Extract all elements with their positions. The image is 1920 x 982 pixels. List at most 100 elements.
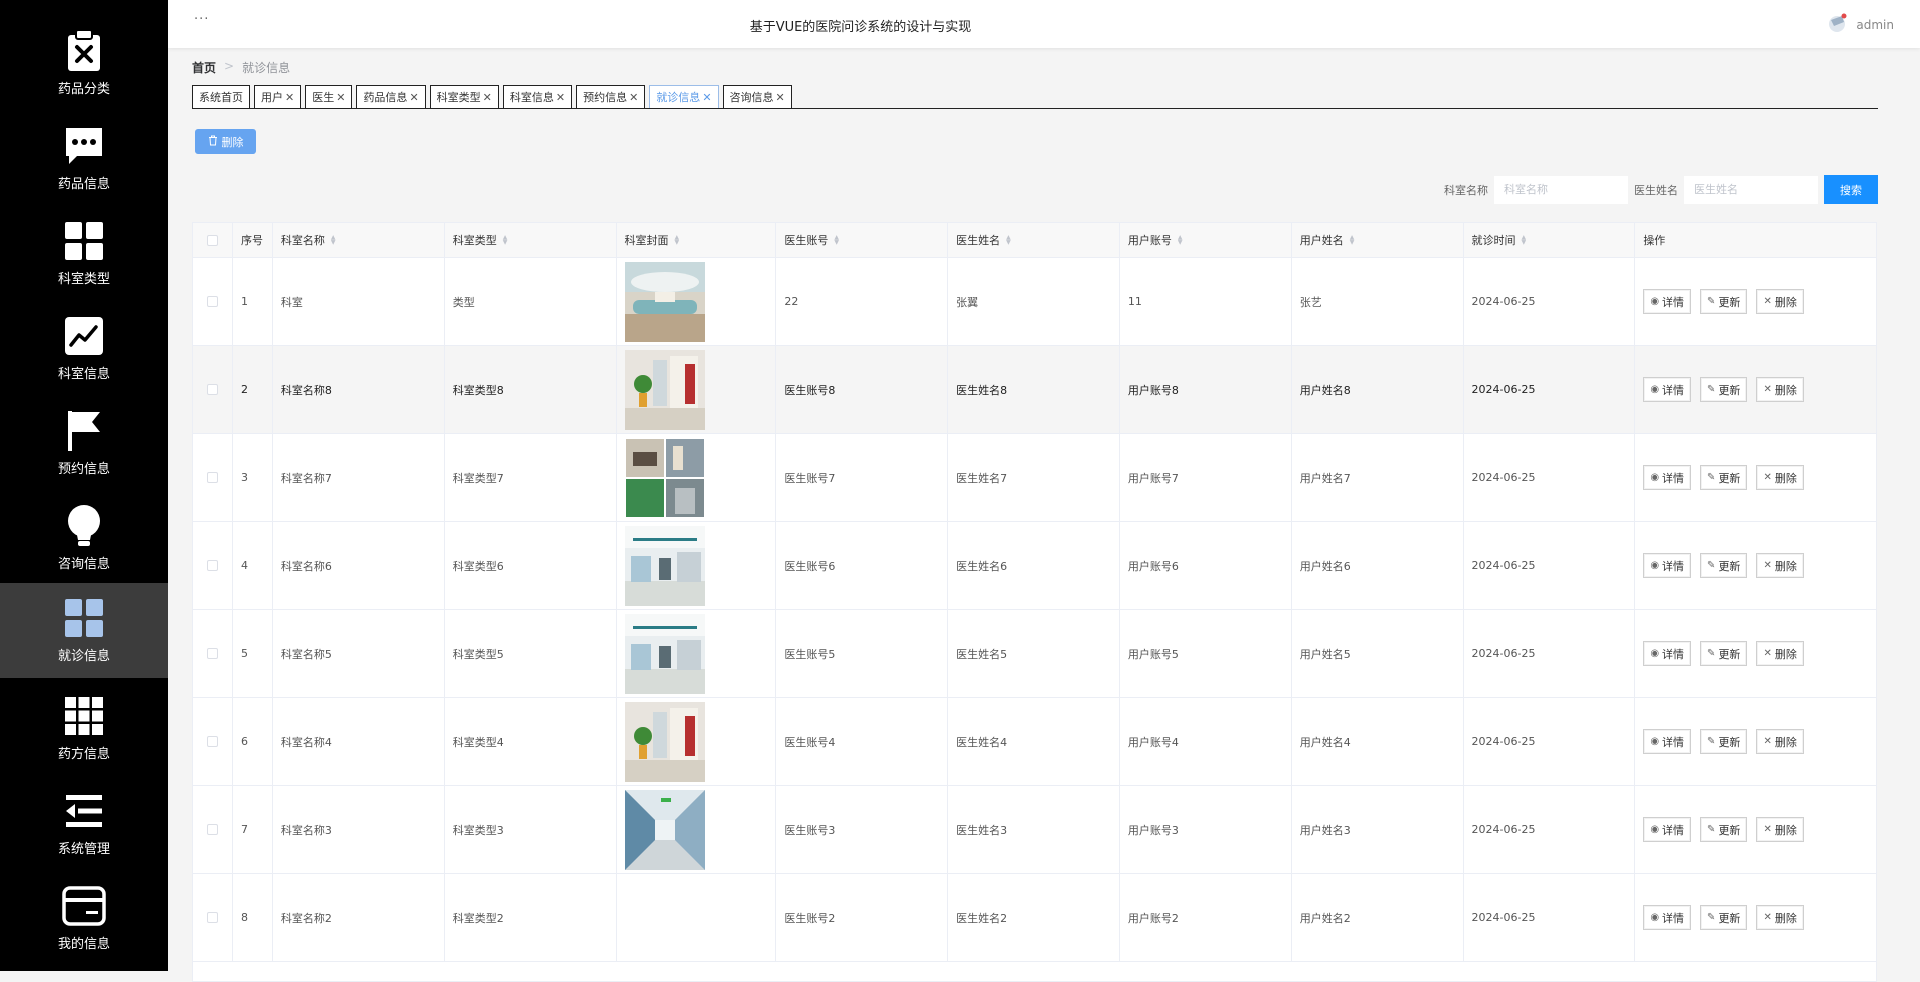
detail-button[interactable]: ◉ 详情 [1643, 817, 1692, 842]
table-row[interactable]: 2 科室名称8 科室类型8 医生账号8 医生姓名8 用户账号8 用户姓名8 2024-06-2… [193, 346, 1876, 434]
row-checkbox[interactable] [206, 472, 218, 483]
detail-button[interactable]: ◉ 详情 [1643, 641, 1692, 666]
update-button[interactable]: ✎ 更新 [1700, 641, 1748, 666]
sidebar-item-appointment[interactable]: 预约信息 [0, 396, 168, 491]
sort-icon[interactable]: ▲ ▼ [1006, 235, 1011, 246]
update-button[interactable]: ✎ 更新 [1700, 905, 1748, 930]
table-row[interactable]: 7 科室名称3 科室类型3 医生账号3 医生姓名3 用户账号3 用户姓名3 2024-06-2… [193, 786, 1876, 874]
delete-button[interactable]: ✕ 删除 [1756, 289, 1804, 314]
delete-button[interactable]: ✕ 删除 [1756, 377, 1804, 402]
search-button[interactable]: 搜索 [1824, 175, 1878, 204]
sort-icon[interactable]: ▲ ▼ [1522, 235, 1527, 246]
tab-consult[interactable]: 咨询信息 ✕ [722, 85, 792, 108]
breadcrumb-home[interactable]: 首页 [192, 59, 216, 76]
dept-cover-image[interactable] [624, 701, 705, 782]
sidebar-item-visit[interactable]: 就诊信息 [0, 583, 168, 678]
sort-icon[interactable]: ▲ ▼ [331, 235, 336, 246]
dept-cover-image[interactable] [624, 789, 705, 870]
table-row[interactable]: 3 科室名称7 科室类型7 医生账号7 医生姓名7 用户账号7 用户姓名7 2024-06-2… [193, 434, 1876, 522]
delete-button[interactable]: ✕ 删除 [1756, 465, 1804, 490]
col-user-account[interactable]: 用户账号 ▲ ▼ [1120, 223, 1292, 257]
sidebar-item-drug-category[interactable]: 药品分类 [0, 16, 168, 111]
select-all-checkbox[interactable] [206, 234, 218, 246]
tab-appointment[interactable]: 预约信息 ✕ [576, 85, 646, 108]
sort-icon[interactable]: ▲ ▼ [1178, 235, 1183, 246]
col-dept-cover[interactable]: 科室封面 ▲ ▼ [617, 223, 777, 257]
row-checkbox[interactable] [206, 296, 218, 307]
col-doctor-account[interactable]: 医生账号 ▲ ▼ [776, 223, 949, 257]
table-row[interactable]: 5 科室名称5 科室类型5 医生账号5 医生姓名5 用户账号5 用户姓名5 2024-06-2… [193, 610, 1876, 698]
col-user-name[interactable]: 用户姓名 ▲ ▼ [1292, 223, 1464, 257]
dept-cover-image[interactable] [624, 349, 705, 430]
tab-dept-info[interactable]: 科室信息 ✕ [502, 85, 573, 108]
update-button[interactable]: ✎ 更新 [1700, 729, 1748, 754]
dept-cover-image[interactable] [624, 437, 705, 518]
table-row[interactable]: 6 科室名称4 科室类型4 医生账号4 医生姓名4 用户账号4 用户姓名4 2024-06-2… [193, 698, 1876, 786]
delete-button[interactable]: ✕ 删除 [1756, 641, 1804, 666]
tab-user[interactable]: 用户 ✕ [254, 85, 302, 108]
update-button[interactable]: ✎ 更新 [1700, 289, 1748, 314]
sidebar-item-consult[interactable]: 咨询信息 [0, 491, 168, 586]
close-icon[interactable]: ✕ [483, 91, 492, 104]
tab-home[interactable]: 系统首页 [192, 85, 250, 108]
close-icon[interactable]: ✕ [776, 91, 785, 104]
close-icon[interactable]: ✕ [629, 91, 638, 104]
avatar[interactable] [1826, 12, 1848, 38]
delete-button[interactable]: ✕ 删除 [1756, 905, 1804, 930]
row-checkbox[interactable] [206, 560, 218, 571]
tab-visit[interactable]: 就诊信息 ✕ [649, 85, 719, 108]
close-icon[interactable]: ✕ [409, 91, 418, 104]
col-dept-type[interactable]: 科室类型 ▲ ▼ [445, 223, 617, 257]
sort-icon[interactable]: ▲ ▼ [675, 235, 680, 246]
doctor-name-input[interactable] [1684, 175, 1818, 204]
detail-button[interactable]: ◉ 详情 [1643, 289, 1692, 314]
sidebar-item-dept-type[interactable]: 科室类型 [0, 206, 168, 301]
dept-cover-image[interactable] [624, 525, 705, 606]
detail-button[interactable]: ◉ 详情 [1643, 553, 1692, 578]
batch-delete-button[interactable]: 删除 [195, 129, 256, 154]
sidebar-item-profile[interactable]: 我的信息 [0, 871, 168, 966]
update-button[interactable]: ✎ 更新 [1700, 465, 1748, 490]
sidebar-item-dept-info[interactable]: 科室信息 [0, 301, 168, 396]
sort-icon[interactable]: ▲ ▼ [1350, 235, 1355, 246]
col-visit-time[interactable]: 就诊时间 ▲ ▼ [1464, 223, 1636, 257]
detail-button[interactable]: ◉ 详情 [1643, 905, 1692, 930]
dept-name-input[interactable] [1494, 175, 1628, 204]
update-button[interactable]: ✎ 更新 [1700, 817, 1748, 842]
sort-icon[interactable]: ▲ ▼ [503, 235, 508, 246]
sort-icon[interactable]: ▲ ▼ [834, 235, 839, 246]
sidebar-item-drug-info[interactable]: 药品信息 [0, 111, 168, 206]
col-dept-name[interactable]: 科室名称 ▲ ▼ [273, 223, 445, 257]
delete-button[interactable]: ✕ 删除 [1756, 817, 1804, 842]
update-button[interactable]: ✎ 更新 [1700, 377, 1748, 402]
dept-cover-image[interactable] [624, 613, 705, 694]
row-checkbox[interactable] [206, 912, 218, 923]
table-row[interactable]: 1 科室 类型 22 张翼 11 张艺 2024-06-25 ◉ 详情 ✎ 更新 ✕ 删除 [193, 258, 1876, 346]
close-icon[interactable]: ✕ [556, 91, 565, 104]
user-menu[interactable]: admin [1826, 12, 1894, 38]
table-row[interactable]: 4 科室名称6 科室类型6 医生账号6 医生姓名6 用户账号6 用户姓名6 2024-06-2… [193, 522, 1876, 610]
delete-button[interactable]: ✕ 删除 [1756, 553, 1804, 578]
tab-drug-info[interactable]: 药品信息 ✕ [356, 85, 426, 108]
tab-dept-type[interactable]: 科室类型 ✕ [429, 85, 499, 108]
update-button[interactable]: ✎ 更新 [1700, 553, 1748, 578]
row-checkbox[interactable] [206, 736, 218, 747]
user-name[interactable]: admin [1856, 18, 1894, 32]
table-header: 序号 科室名称 ▲ ▼ 科室类型 ▲ ▼ 科室封面 ▲ ▼ 医生账号 ▲ ▼ 医生姓名 ▲ ▼ 用户… [193, 223, 1876, 258]
detail-button[interactable]: ◉ 详情 [1643, 377, 1692, 402]
close-icon[interactable]: ✕ [702, 91, 711, 104]
close-icon[interactable]: ✕ [336, 91, 345, 104]
col-doctor-name[interactable]: 医生姓名 ▲ ▼ [948, 223, 1120, 257]
row-checkbox[interactable] [206, 648, 218, 659]
table-row[interactable]: 8 科室名称2 科室类型2 医生账号2 医生姓名2 用户账号2 用户姓名2 2024-06-2… [193, 874, 1876, 962]
delete-button[interactable]: ✕ 删除 [1756, 729, 1804, 754]
sidebar-item-prescription[interactable]: 药方信息 [0, 681, 168, 776]
row-checkbox[interactable] [206, 824, 218, 835]
dept-cover-image[interactable] [624, 261, 705, 342]
detail-button[interactable]: ◉ 详情 [1643, 465, 1692, 490]
sidebar-item-system[interactable]: 系统管理 [0, 776, 168, 871]
close-icon[interactable]: ✕ [285, 91, 294, 104]
detail-button[interactable]: ◉ 详情 [1643, 729, 1692, 754]
tab-doctor[interactable]: 医生 ✕ [305, 85, 353, 108]
row-checkbox[interactable] [206, 384, 218, 395]
